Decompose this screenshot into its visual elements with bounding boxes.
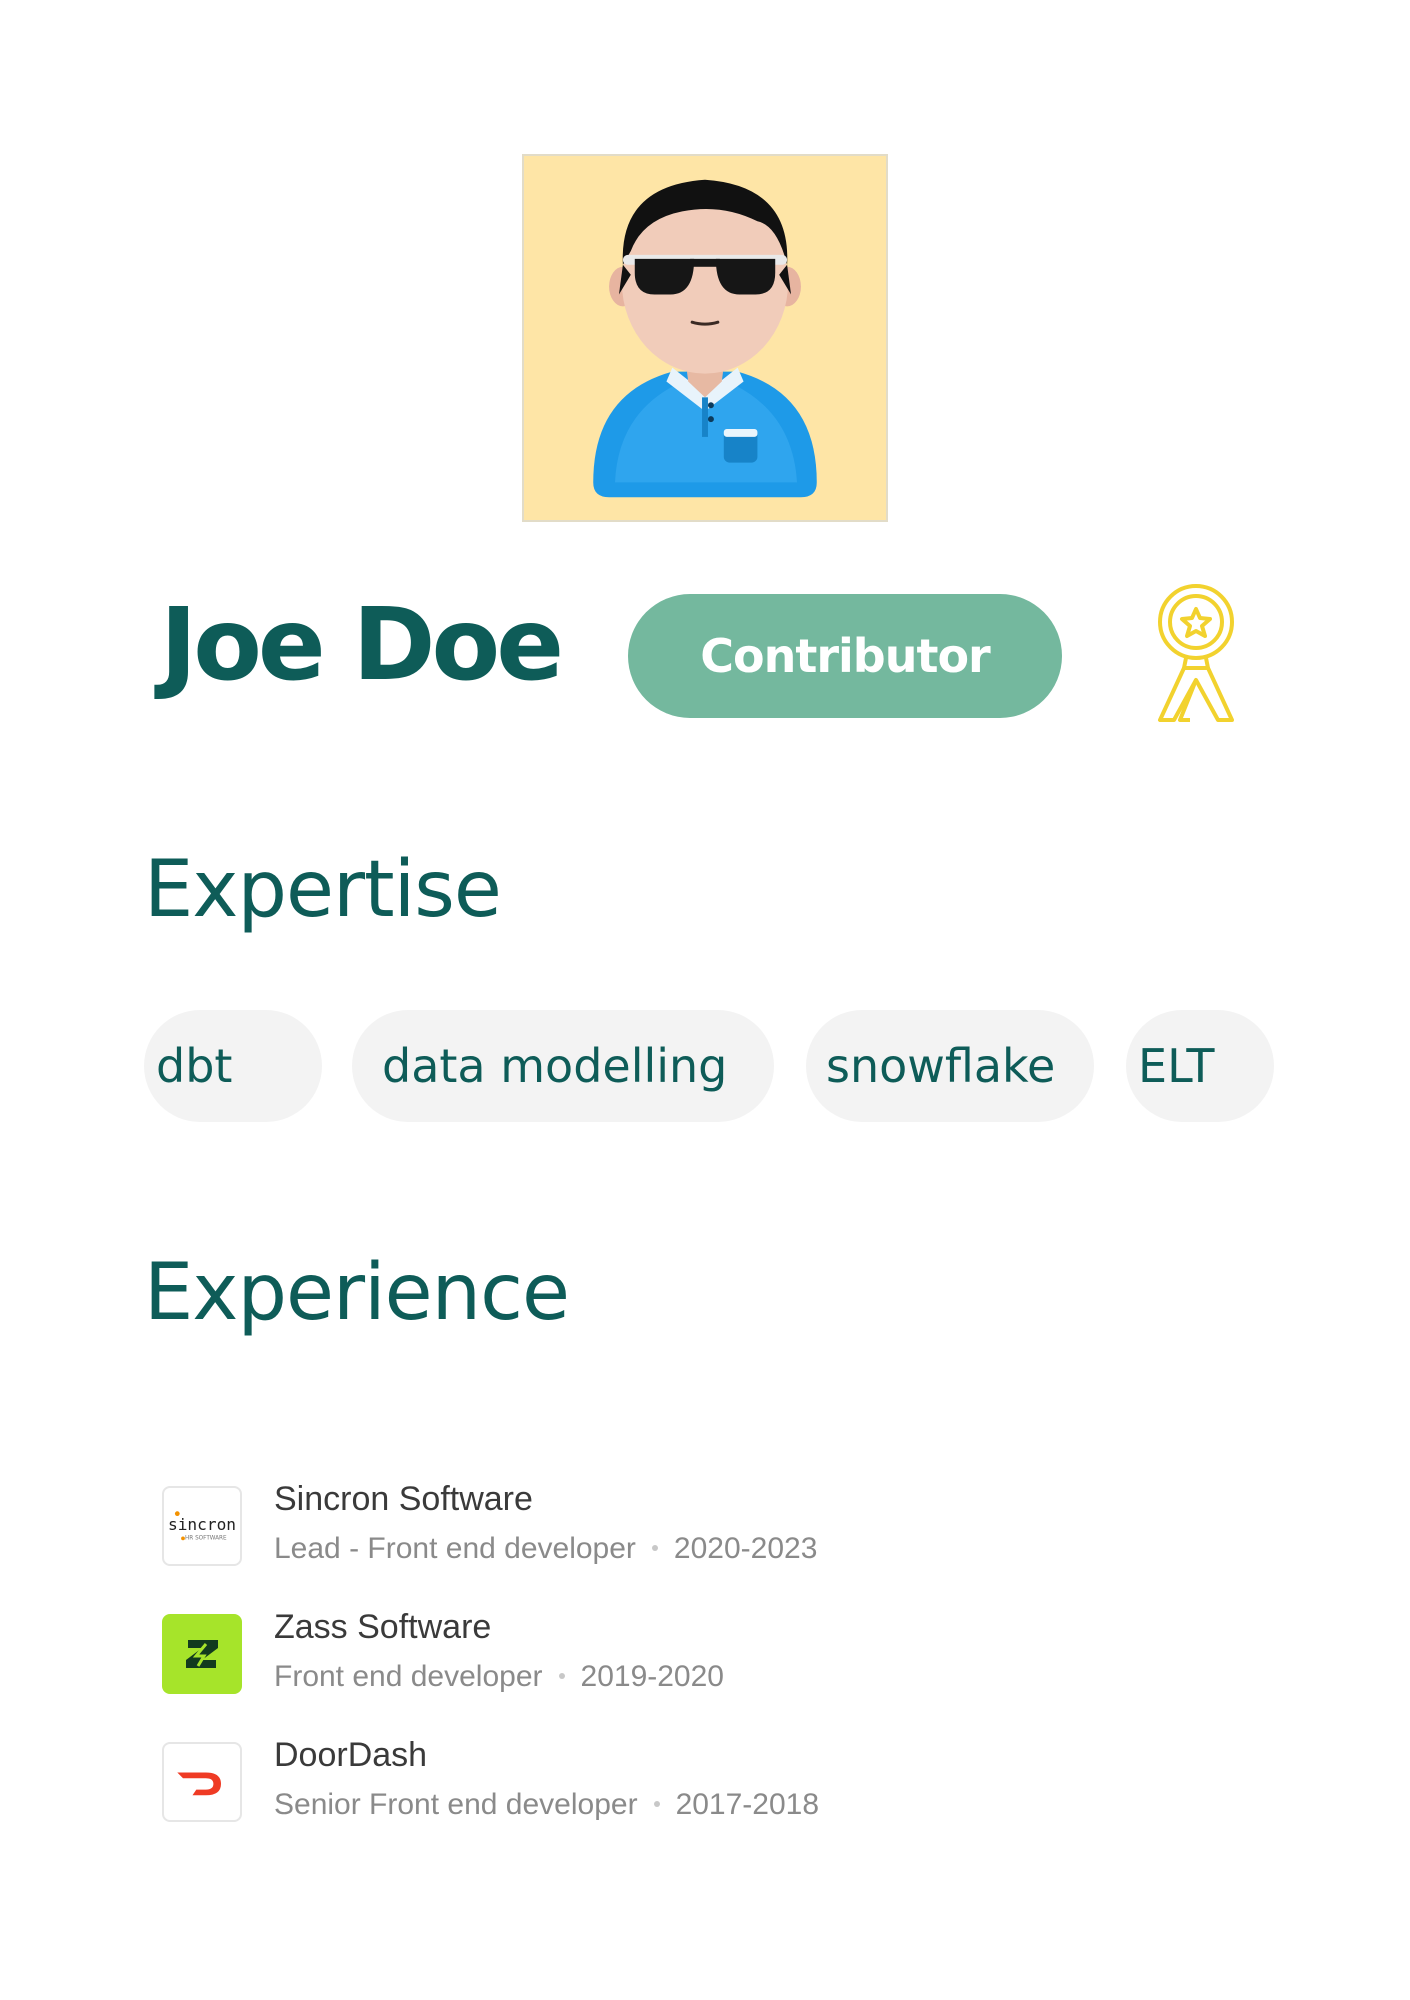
expertise-tag-dbt[interactable]: dbt xyxy=(144,1010,322,1122)
zass-logo xyxy=(162,1614,242,1694)
experience-item-zass[interactable]: Zass Software Front end developer 2019-20… xyxy=(160,1608,860,1708)
job-role: Lead - Front end developer xyxy=(274,1532,636,1565)
experience-item-sincron[interactable]: sincron HR SOFTWARE Sincron Software Lea… xyxy=(160,1480,860,1580)
profile-avatar xyxy=(522,154,888,522)
job-role: Senior Front end developer xyxy=(274,1788,638,1821)
job-role: Front end developer xyxy=(274,1660,543,1693)
job-company: DoorDash xyxy=(274,1736,428,1774)
sincron-logo-text: sincron xyxy=(168,1515,236,1534)
job-meta: Lead - Front end developer 2020-2023 xyxy=(274,1532,817,1566)
experience-item-doordash[interactable]: DoorDash Senior Front end developer 2017-… xyxy=(160,1736,860,1836)
role-badge: Contributor xyxy=(628,594,1062,718)
sincron-logo-subtext: HR SOFTWARE xyxy=(185,1535,227,1541)
separator-dot xyxy=(558,1673,565,1680)
job-years: 2019-2020 xyxy=(580,1660,724,1693)
sincron-logo: sincron HR SOFTWARE xyxy=(162,1486,242,1566)
award-ribbon-icon xyxy=(1150,584,1246,724)
doordash-logo xyxy=(162,1742,242,1822)
expertise-tag-elt[interactable]: ELT xyxy=(1126,1010,1274,1122)
separator-dot xyxy=(651,1545,658,1552)
job-meta: Senior Front end developer 2017-2018 xyxy=(274,1788,819,1822)
profile-name: Joe Doe xyxy=(160,586,564,703)
job-years: 2017-2018 xyxy=(675,1788,820,1821)
job-company: Zass Software xyxy=(274,1608,492,1646)
job-company: Sincron Software xyxy=(274,1480,533,1518)
expertise-heading: Expertise xyxy=(144,845,502,935)
expertise-tag-snowflake[interactable]: snowflake xyxy=(806,1010,1094,1122)
job-years: 2020-2023 xyxy=(673,1532,818,1565)
experience-heading: Experience xyxy=(144,1248,570,1338)
job-meta: Front end developer 2019-2020 xyxy=(274,1660,724,1694)
separator-dot xyxy=(653,1801,660,1808)
expertise-tag-data-modelling[interactable]: data modelling xyxy=(352,1010,774,1122)
